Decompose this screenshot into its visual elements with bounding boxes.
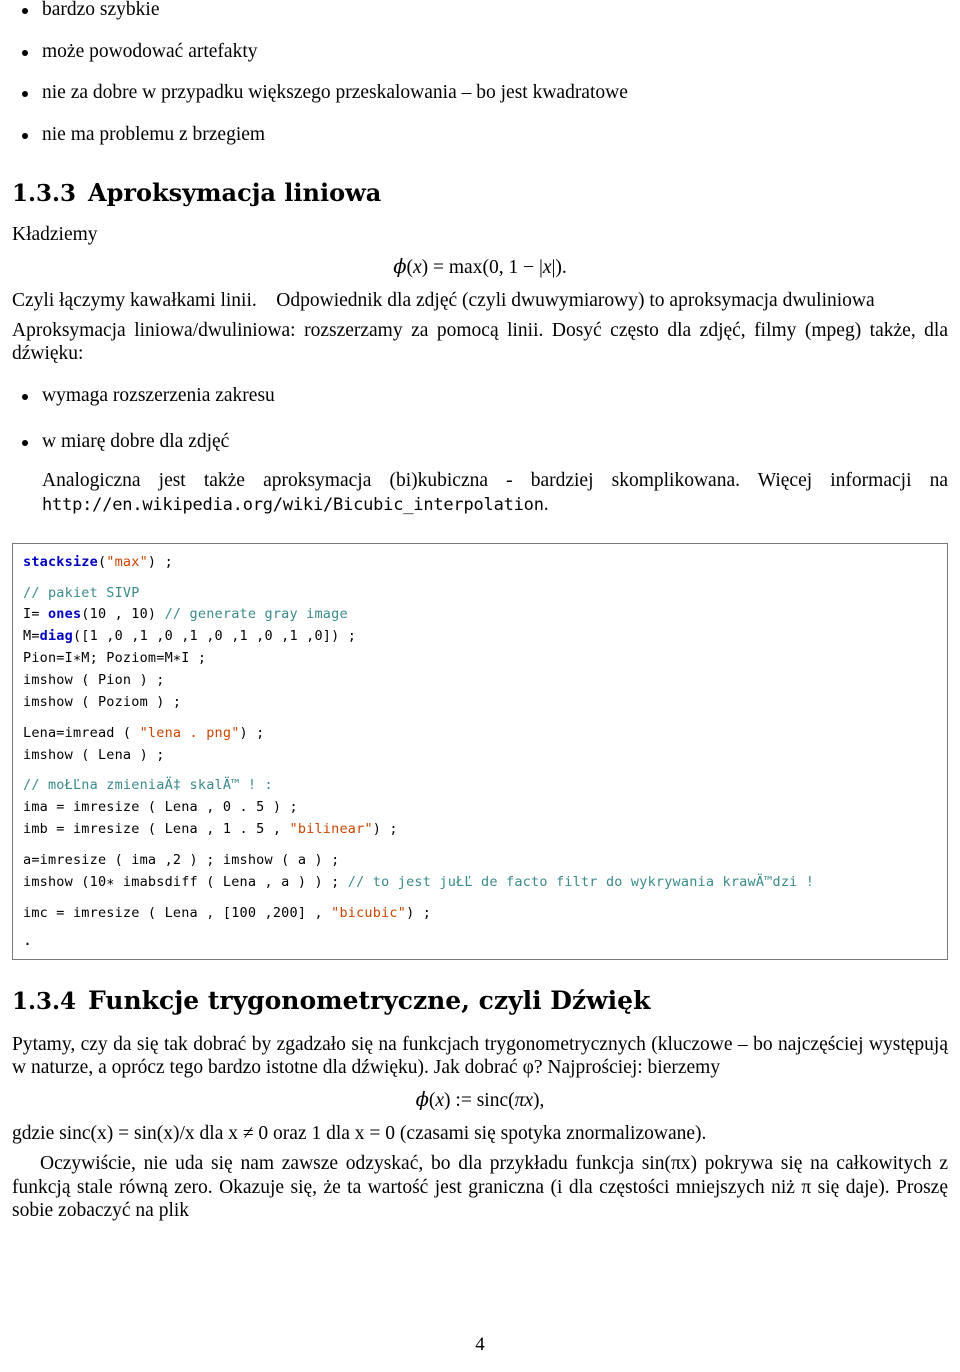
list-item: nie ma problemu z brzegiem — [12, 124, 948, 145]
linear-bullet-list: wymaga rozszerzenia zakresu w miarę dobr… — [12, 386, 948, 451]
document-page: bardzo szybkie może powodować artefakty … — [0, 0, 960, 1372]
formula-sinc: ϕ(x) := sinc(πx), — [415, 1088, 545, 1112]
code-listing: stacksize("max") ; // pakiet SIVP I= one… — [23, 553, 815, 921]
intro-text: Kładziemy — [12, 224, 98, 245]
code-trailing-dot: . — [23, 930, 32, 949]
paragraph-czyli-b: Odpowiednik dla zdjęć (czyli dwuwymiarow… — [276, 289, 875, 311]
paragraph-bikubiczna-a: Analogiczna jest także aproksymacja (bi)… — [42, 470, 948, 492]
section-number: 1.3.4 — [12, 987, 77, 1015]
formula-linear: ϕ(x) = max(0, 1 − |x|). — [393, 254, 567, 278]
bicubic-url[interactable]: http://en.wikipedia.org/wiki/Bicubic_int… — [42, 495, 544, 515]
paragraph-gdzie: gdzie sinc(x) = sin(x)/x dla x ≠ 0 oraz … — [12, 1123, 707, 1145]
top-bullet-list: bardzo szybkie może powodować artefakty … — [12, 0, 948, 144]
paragraph-bikubiczna-b: . — [543, 493, 549, 515]
section-heading-trig: 1.3.4 Funkcje trygonometryczne, czyli Dź… — [12, 986, 948, 1015]
list-item: nie za dobre w przypadku większego przes… — [12, 83, 948, 103]
code-listing-box: stacksize("max") ; // pakiet SIVP I= one… — [12, 542, 948, 960]
list-item: bardzo szybkie — [12, 0, 948, 20]
paragraph-oczywiscie: Oczywiście, nie uda się nam zawsze odzys… — [12, 1152, 948, 1222]
list-item: może powodować artefakty — [12, 41, 948, 62]
section-title: Funkcje trygonometryczne, czyli Dźwięk — [88, 985, 651, 1015]
paragraph-pytamy: Pytamy, czy da się tak dobrać by zgadzał… — [12, 1033, 948, 1079]
list-item: wymaga rozszerzenia zakresu — [12, 386, 948, 406]
section-number: 1.3.3 — [12, 180, 77, 207]
list-item: w miarę dobre dla zdjęć — [12, 432, 948, 452]
page-number: 4 — [475, 1334, 485, 1355]
paragraph-czyli-a: Czyli łączymy kawałkami linii. — [12, 289, 257, 311]
section-heading-linear: 1.3.3 Aproksymacja liniowa — [12, 178, 948, 207]
paragraph-bikubiczna: Analogiczna jest także aproksymacja (bi)… — [12, 469, 948, 517]
section-title: Aproksymacja liniowa — [88, 178, 382, 207]
paragraph-aproksymacja: Aproksymacja liniowa/dwuliniowa: rozszer… — [12, 319, 948, 365]
paragraph-czyli: Czyli łączymy kawałkami linii. Odpowiedn… — [12, 289, 948, 313]
